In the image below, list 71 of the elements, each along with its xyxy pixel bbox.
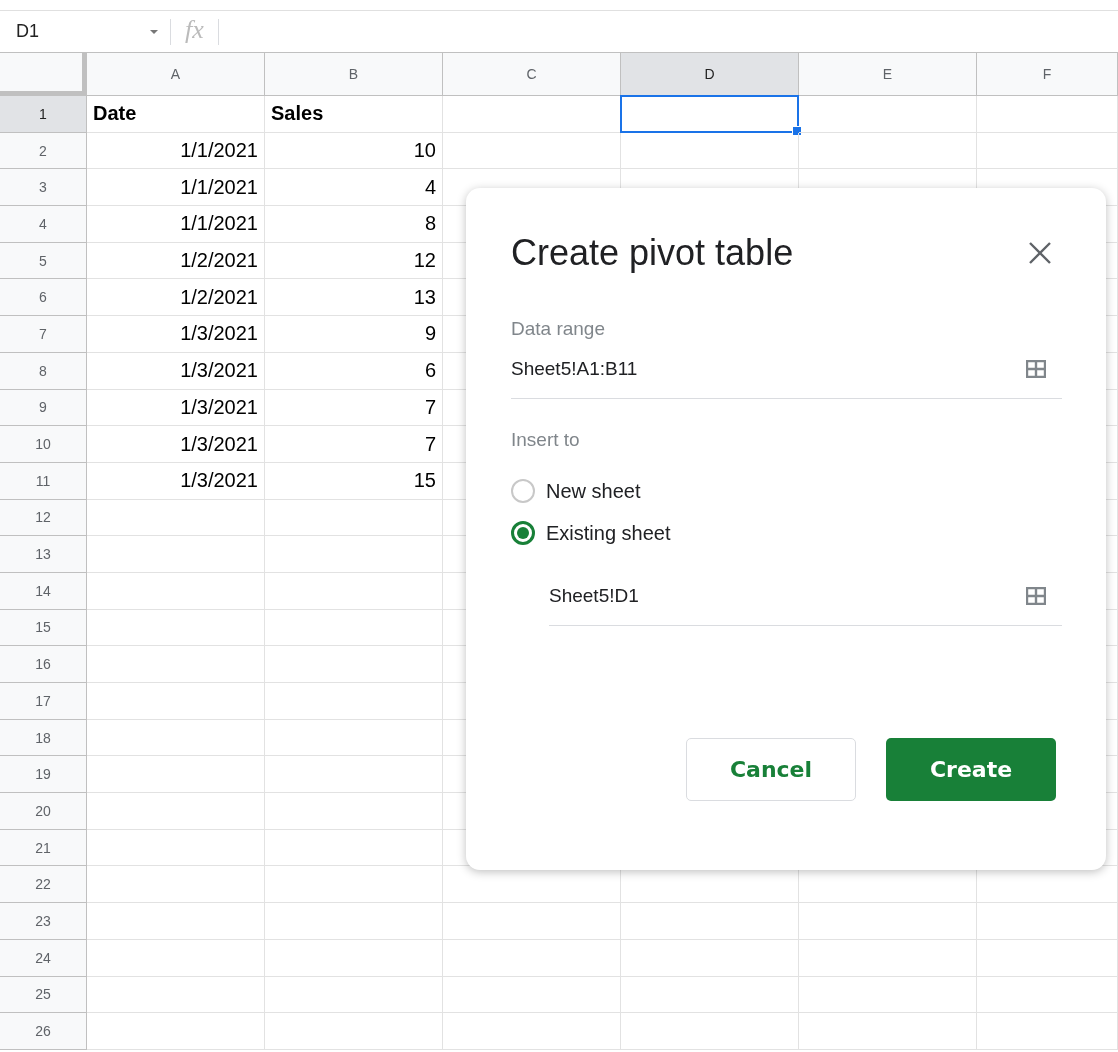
radio-option[interactable]: Existing sheet	[511, 521, 1062, 545]
row-header[interactable]: 26	[0, 1013, 87, 1050]
row-header[interactable]: 15	[0, 609, 87, 647]
table-cell[interactable]: 9	[265, 316, 443, 353]
column-header[interactable]: E	[799, 53, 977, 96]
range-field[interactable]: Sheet5!A1:B11	[511, 346, 1062, 399]
table-cell[interactable]: 1/3/2021	[87, 389, 265, 427]
caret-icon[interactable]	[150, 29, 158, 34]
cell-reference: D1	[16, 21, 39, 42]
column-header[interactable]: C	[443, 53, 621, 96]
table-cell[interactable]: 1/3/2021	[87, 316, 265, 353]
column-header[interactable]: D	[621, 53, 799, 96]
row-header[interactable]: 8	[0, 352, 87, 390]
table-cell[interactable]: 1/1/2021	[87, 206, 265, 243]
row-header[interactable]: 17	[0, 683, 87, 720]
row-header[interactable]: 1	[0, 96, 87, 133]
destination-field[interactable]: Sheet5!D1	[549, 573, 1062, 626]
column-header[interactable]: B	[265, 53, 443, 96]
row-header[interactable]: 18	[0, 719, 87, 757]
row-header[interactable]: 4	[0, 206, 87, 243]
grid-icon[interactable]	[1026, 360, 1046, 378]
field-label: Insert to	[511, 429, 581, 451]
table-cell[interactable]: 1/3/2021	[87, 352, 265, 390]
table-cell[interactable]: Sales	[265, 96, 443, 133]
row-header[interactable]: 6	[0, 279, 87, 317]
field-label: Data range	[511, 318, 606, 340]
table-cell[interactable]: 7	[265, 426, 443, 463]
table-cell[interactable]: 1/1/2021	[87, 169, 265, 207]
row-header[interactable]: 14	[0, 572, 87, 610]
table-cell[interactable]: 1/3/2021	[87, 462, 265, 500]
table-cell[interactable]: 1/2/2021	[87, 242, 265, 280]
table-cell[interactable]: Date	[87, 96, 265, 133]
row-header[interactable]: 23	[0, 903, 87, 940]
row-header[interactable]: 10	[0, 426, 87, 463]
table-cell[interactable]: 7	[265, 389, 443, 427]
table-cell[interactable]: 1/3/2021	[87, 426, 265, 463]
table-cell[interactable]	[621, 96, 799, 133]
column-header[interactable]: A	[87, 53, 265, 96]
table-cell[interactable]: 1/1/2021	[87, 132, 265, 170]
cancel-button[interactable]: Cancel	[686, 738, 856, 801]
table-cell[interactable]: 15	[265, 462, 443, 500]
row-header[interactable]: 21	[0, 829, 87, 867]
function-label: fx	[184, 14, 205, 46]
table-cell[interactable]: 1/2/2021	[87, 279, 265, 317]
row-header[interactable]: 5	[0, 242, 87, 280]
row-header[interactable]: 19	[0, 756, 87, 794]
row-header[interactable]: 24	[0, 939, 87, 977]
row-header[interactable]: 12	[0, 499, 87, 537]
radio-option[interactable]: New sheet	[511, 479, 1062, 503]
column-header[interactable]: F	[977, 53, 1118, 96]
row-header[interactable]: 25	[0, 976, 87, 1014]
row-header[interactable]: 7	[0, 316, 87, 353]
row-header[interactable]: 13	[0, 536, 87, 573]
row-header[interactable]: 9	[0, 389, 87, 427]
row-header[interactable]: 11	[0, 462, 87, 500]
table-cell[interactable]: 10	[265, 132, 443, 170]
row-header[interactable]: 20	[0, 793, 87, 830]
table-cell[interactable]: 13	[265, 279, 443, 317]
table-cell[interactable]: 6	[265, 352, 443, 390]
table-cell[interactable]: 4	[265, 169, 443, 207]
row-header[interactable]: 16	[0, 646, 87, 683]
row-header[interactable]: 3	[0, 169, 87, 207]
create-button[interactable]: Create	[886, 738, 1056, 801]
grid-icon[interactable]	[1026, 587, 1046, 605]
close-icon[interactable]	[1028, 241, 1052, 265]
select-all-corner[interactable]	[0, 53, 87, 96]
row-header[interactable]: 22	[0, 866, 87, 904]
table-cell[interactable]: 12	[265, 242, 443, 280]
table-cell[interactable]: 8	[265, 206, 443, 243]
dialog-title: Create pivot table	[511, 232, 794, 274]
row-header[interactable]: 2	[0, 132, 87, 170]
